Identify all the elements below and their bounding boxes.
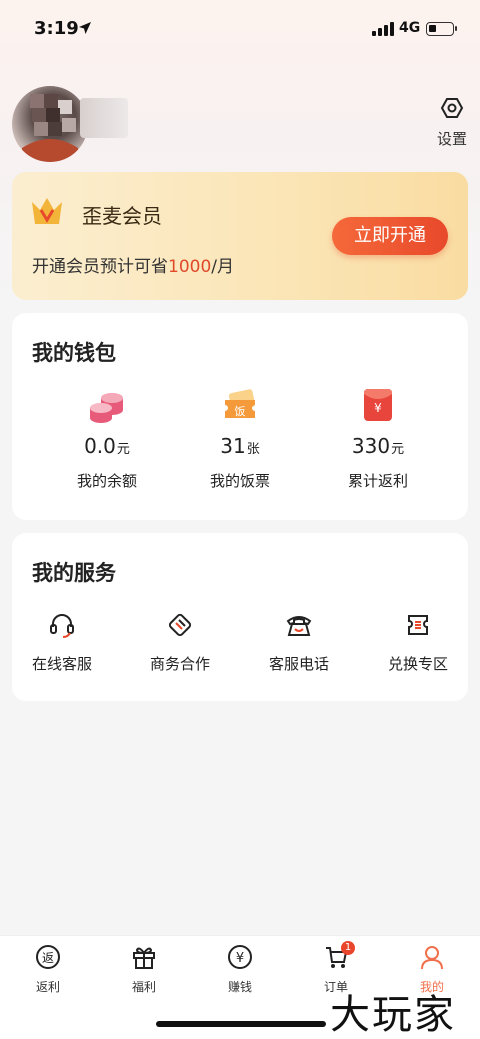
svg-text:¥: ¥: [374, 401, 382, 415]
rebate-value: 330: [351, 434, 391, 458]
location-arrow-icon: [78, 20, 92, 39]
balance-label: 我的余额: [76, 472, 137, 490]
services-card: 我的服务 在线客服 商务合作 客服电话 兑换专区: [12, 533, 468, 701]
avatar[interactable]: [12, 86, 88, 162]
wallet-card: 我的钱包 0.0元 我的余额 饭 31张 我的饭票 ¥ 330元 累计返利: [12, 313, 468, 520]
headset-icon: [12, 611, 112, 641]
tab-welfare-label: 福利: [131, 980, 156, 994]
business-cooperation-label: 商务合作: [149, 655, 210, 673]
exchange-ticket-icon: [368, 611, 468, 641]
phone-label: 客服电话: [268, 655, 329, 673]
tab-welfare[interactable]: 福利: [109, 944, 179, 995]
crown-icon: [30, 196, 64, 232]
wallet-item-rebate[interactable]: ¥ 330元 累计返利: [318, 388, 438, 491]
username-blurred: [80, 98, 128, 138]
tab-earn-label: 赚钱: [227, 980, 252, 994]
cart-icon: 1: [301, 941, 371, 974]
signal-icon: [372, 22, 394, 36]
network-type: 4G: [399, 20, 421, 36]
telephone-icon: [249, 611, 349, 641]
settings-button[interactable]: 设置: [432, 96, 472, 149]
exchange-label: 兑换专区: [387, 655, 448, 673]
tab-earn[interactable]: ¥ 赚钱: [205, 944, 275, 995]
coins-icon: [47, 388, 167, 426]
rebate-icon: 返: [13, 944, 83, 974]
meal-ticket-label: 我的饭票: [209, 472, 270, 490]
membership-description: 开通会员预计可省1000/月: [32, 257, 234, 277]
membership-card[interactable]: 歪麦会员 开通会员预计可省1000/月 立即开通: [12, 172, 468, 300]
services-title: 我的服务: [32, 561, 116, 585]
online-support-label: 在线客服: [31, 655, 92, 673]
handshake-icon: [130, 611, 230, 641]
membership-title: 歪麦会员: [82, 204, 162, 228]
orders-badge: 1: [341, 941, 355, 955]
savings-amount: 1000: [168, 257, 212, 277]
svg-text:¥: ¥: [236, 951, 244, 966]
service-phone[interactable]: 客服电话: [249, 611, 349, 674]
tab-rebate-label: 返利: [35, 980, 60, 994]
battery-icon: [426, 22, 457, 36]
balance-value: 0.0: [84, 434, 116, 458]
wallet-title: 我的钱包: [32, 341, 116, 365]
tab-rebate[interactable]: 返 返利: [13, 944, 83, 995]
status-bar: 3:19 4G: [0, 0, 480, 62]
service-online-support[interactable]: 在线客服: [12, 611, 112, 674]
meal-ticket-value: 31: [220, 434, 246, 458]
yuan-icon: ¥: [205, 944, 275, 974]
watermark: 大玩家: [330, 992, 456, 1038]
gear-icon: [440, 98, 464, 124]
svg-text:饭: 饭: [235, 405, 246, 418]
status-time: 3:19: [34, 18, 79, 39]
svg-text:返: 返: [42, 951, 54, 965]
home-indicator: [156, 1021, 326, 1027]
meal-ticket-icon: 饭: [180, 388, 300, 426]
service-exchange[interactable]: 兑换专区: [368, 611, 468, 674]
red-envelope-icon: ¥: [318, 388, 438, 426]
service-business-cooperation[interactable]: 商务合作: [130, 611, 230, 674]
wallet-item-balance[interactable]: 0.0元 我的余额: [47, 388, 167, 491]
wallet-item-meal-tickets[interactable]: 饭 31张 我的饭票: [180, 388, 300, 491]
profile-icon: [397, 944, 467, 974]
gift-icon: [109, 944, 179, 974]
rebate-label: 累计返利: [347, 472, 408, 490]
open-membership-button[interactable]: 立即开通: [332, 217, 448, 255]
settings-label: 设置: [436, 130, 467, 148]
